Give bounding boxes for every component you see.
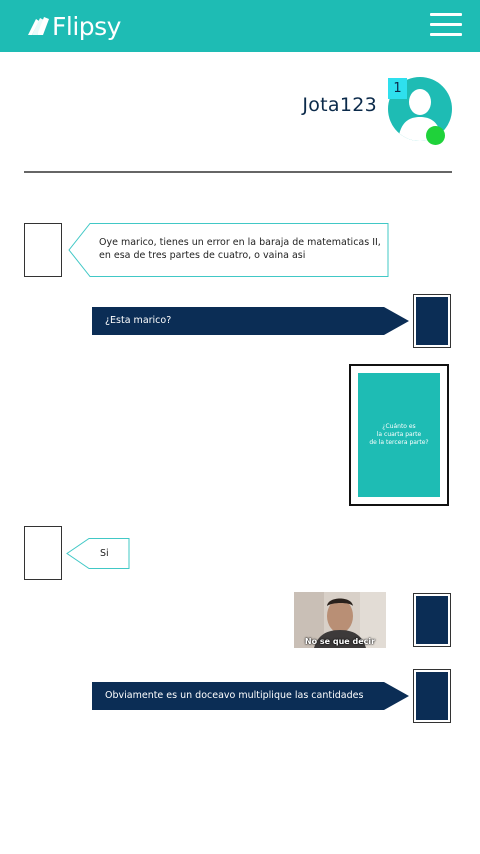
outgoing-message-bubble[interactable]: ¿Esta marico?	[92, 307, 410, 335]
message-text: Oye marico, tienes un error en la baraja…	[99, 237, 381, 261]
notification-badge: 1	[388, 78, 407, 99]
message-text: Obviamente es un doceavo multiplique las…	[105, 690, 364, 701]
online-status-dot	[426, 126, 445, 145]
message-text: ¿Esta marico?	[105, 315, 172, 326]
message-text: Si	[100, 548, 109, 559]
flashcard-question: ¿Cuánto es la cuarta parte de la tercera…	[369, 423, 429, 446]
brand-logo[interactable]: Flipsy	[26, 7, 121, 45]
my-card-thumbnail[interactable]	[413, 294, 451, 348]
incoming-message-bubble[interactable]: Oye marico, tienes un error en la baraja…	[68, 223, 389, 277]
header-divider	[24, 171, 452, 173]
my-card-thumbnail[interactable]	[413, 593, 451, 647]
flashcard-face: ¿Cuánto es la cuarta parte de la tercera…	[358, 373, 440, 497]
incoming-message-bubble[interactable]: Si	[66, 538, 130, 569]
top-bar: Flipsy	[0, 0, 480, 52]
sender-card-thumbnail[interactable]	[24, 223, 62, 277]
flashcard-message[interactable]: ¿Cuánto es la cuarta parte de la tercera…	[349, 364, 449, 506]
sender-card-thumbnail[interactable]	[24, 526, 62, 580]
cards-logo-icon	[28, 17, 49, 35]
gif-message[interactable]: No se que decir	[294, 592, 386, 648]
hamburger-menu-icon[interactable]	[430, 11, 464, 39]
outgoing-message-bubble[interactable]: Obviamente es un doceavo multiplique las…	[92, 682, 410, 710]
my-card-thumbnail[interactable]	[413, 669, 451, 723]
bubble-shape	[66, 538, 130, 569]
gif-caption: No se que decir	[304, 637, 376, 646]
brand-name: Flipsy	[52, 11, 121, 41]
profile-username[interactable]: Jota123	[302, 94, 377, 116]
